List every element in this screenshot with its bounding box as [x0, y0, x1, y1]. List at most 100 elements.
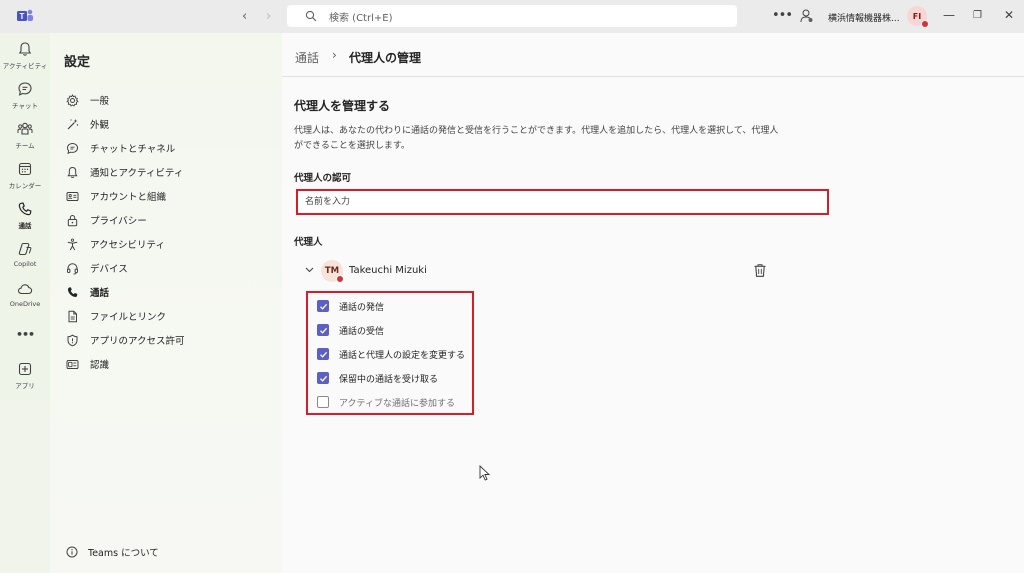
- title-bar: T ‹ › 検索 (Ctrl+E) ••• 横浜情報機器株... FI — ❐ …: [0, 0, 1024, 33]
- trash-icon[interactable]: [753, 263, 767, 278]
- rail-item-chat[interactable]: チャット: [0, 81, 50, 110]
- rail-item-apps[interactable]: アプリ: [0, 361, 50, 390]
- rail-label: Copilot: [13, 260, 37, 268]
- calendar-icon: [18, 162, 32, 176]
- svg-text:T: T: [20, 12, 25, 21]
- permission-change-settings[interactable]: 通話と代理人の設定を変更する: [317, 345, 465, 363]
- forward-arrow-icon[interactable]: ›: [266, 9, 271, 24]
- onedrive-icon: [17, 284, 33, 295]
- settings-item-label: 通知とアクティビティ: [90, 168, 184, 179]
- breadcrumb-chevron-icon: ›: [332, 48, 337, 62]
- rail-label: アプリ: [15, 382, 35, 390]
- more-icon: •••: [15, 328, 35, 341]
- about-label: Teams について: [88, 548, 159, 559]
- minimize-icon[interactable]: —: [943, 8, 955, 22]
- rail-item-calls[interactable]: 通話: [0, 201, 50, 230]
- permission-pickup-held-calls[interactable]: 保留中の通話を受け取る: [317, 369, 438, 387]
- delegate-permissions: 通話の発信 通話の受信 通話と代理人の設定を変更する 保留中の通話を受け取る ア…: [306, 291, 474, 415]
- settings-item-files-links[interactable]: ファイルとリンク: [50, 305, 282, 327]
- checkbox-checked[interactable]: [317, 300, 329, 312]
- user-initials: FI: [912, 11, 922, 21]
- settings-item-chat-channels[interactable]: チャットとチャネル: [50, 137, 282, 159]
- more-options-icon[interactable]: •••: [772, 8, 793, 23]
- settings-item-accounts[interactable]: アカウントと組織: [50, 185, 282, 207]
- settings-item-general[interactable]: 一般: [50, 89, 282, 111]
- checkmark-icon: [319, 375, 327, 382]
- recognition-icon: [66, 359, 79, 369]
- rail-item-copilot[interactable]: Copilot: [0, 241, 50, 268]
- permission-label: 通話の発信: [339, 302, 385, 313]
- settings-item-label: チャットとチャネル: [90, 144, 176, 155]
- copilot-icon: [18, 242, 32, 256]
- rail-item-calendar[interactable]: カレンダー: [0, 161, 50, 190]
- permission-make-calls[interactable]: 通話の発信: [317, 297, 384, 315]
- settings-title: 設定: [64, 55, 91, 70]
- restore-icon[interactable]: ❐: [973, 10, 982, 21]
- accessibility-icon: [67, 238, 78, 250]
- rail-label: チャット: [12, 102, 38, 110]
- permission-receive-calls[interactable]: 通話の受信: [317, 321, 384, 339]
- permission-label: 通話と代理人の設定を変更する: [339, 350, 466, 361]
- phone-icon: [18, 202, 32, 216]
- settings-item-accessibility[interactable]: アクセシビリティ: [50, 233, 282, 255]
- settings-item-label: 一般: [90, 96, 110, 107]
- delegate-avatar: TM: [321, 260, 344, 283]
- chat-icon: [18, 82, 32, 96]
- presence-busy-icon: [921, 20, 929, 28]
- checkbox-checked[interactable]: [317, 372, 329, 384]
- about-teams-link[interactable]: Teams について: [66, 545, 159, 559]
- settings-item-label: アカウントと組織: [90, 192, 167, 203]
- settings-item-recognition[interactable]: 認識: [50, 353, 282, 375]
- rail-item-activity[interactable]: アクティビティ: [0, 41, 50, 70]
- chat-icon: [66, 142, 79, 154]
- checkmark-icon: [319, 303, 327, 310]
- back-arrow-icon[interactable]: ‹: [242, 9, 247, 24]
- main-content: 通話 › 代理人の管理 代理人を管理する 代理人は、あなたの代わりに通話の発信と…: [282, 33, 1024, 573]
- file-icon: [68, 310, 77, 322]
- settings-item-label: デバイス: [90, 264, 128, 275]
- lock-icon: [67, 214, 78, 226]
- info-icon: [66, 546, 78, 558]
- delegates-label: 代理人: [294, 237, 323, 248]
- section-title: 代理人を管理する: [294, 99, 391, 113]
- teams-logo-icon[interactable]: T: [16, 8, 34, 24]
- delegate-row[interactable]: TM Takeuchi Mizuki: [304, 259, 774, 283]
- delegate-name-input[interactable]: [296, 189, 829, 215]
- settings-item-label: アクセシビリティ: [90, 240, 165, 251]
- mouse-cursor-icon: [479, 465, 491, 481]
- org-people-icon[interactable]: [800, 9, 813, 23]
- breadcrumb-calls[interactable]: 通話: [295, 49, 319, 66]
- settings-item-app-permissions[interactable]: アプリのアクセス許可: [50, 329, 282, 351]
- checkbox-checked[interactable]: [317, 324, 329, 336]
- rail-item-onedrive[interactable]: OneDrive: [0, 281, 50, 308]
- search-box[interactable]: 検索 (Ctrl+E): [287, 5, 737, 27]
- id-card-icon: [66, 191, 79, 201]
- gear-icon: [66, 93, 79, 107]
- rail-label: 通話: [18, 222, 32, 230]
- settings-item-calls[interactable]: 通話: [50, 281, 282, 303]
- checkmark-icon: [319, 351, 327, 358]
- rail-label: カレンダー: [8, 182, 42, 190]
- settings-item-notifications[interactable]: 通知とアクティビティ: [50, 161, 282, 183]
- grant-delegate-label: 代理人の認可: [294, 173, 352, 184]
- user-avatar[interactable]: FI: [907, 6, 929, 28]
- org-name[interactable]: 横浜情報機器株...: [828, 11, 900, 24]
- permission-label: アクティブな通話に参加する: [339, 398, 456, 409]
- page-header: 通話 › 代理人の管理: [282, 33, 1024, 77]
- app-rail: アクティビティ チャット チーム カレンダー 通話 Copilot OneDri…: [0, 33, 50, 573]
- checkbox-checked[interactable]: [317, 348, 329, 360]
- settings-item-devices[interactable]: デバイス: [50, 257, 282, 279]
- checkbox-unchecked[interactable]: [317, 396, 329, 408]
- chevron-down-icon[interactable]: [304, 264, 315, 275]
- close-icon[interactable]: ✕: [1004, 8, 1014, 22]
- rail-item-more[interactable]: •••: [0, 325, 50, 341]
- delegate-initials: TM: [324, 266, 340, 276]
- page-title: 代理人の管理: [349, 51, 422, 65]
- settings-item-privacy[interactable]: プライバシー: [50, 209, 282, 231]
- rail-label: アクティビティ: [2, 62, 48, 70]
- rail-item-teams[interactable]: チーム: [0, 121, 50, 150]
- settings-item-appearance[interactable]: 外観: [50, 113, 282, 135]
- settings-item-label: 通話: [90, 288, 110, 299]
- permission-join-active-calls[interactable]: アクティブな通話に参加する: [317, 393, 455, 411]
- add-apps-icon: [18, 362, 32, 376]
